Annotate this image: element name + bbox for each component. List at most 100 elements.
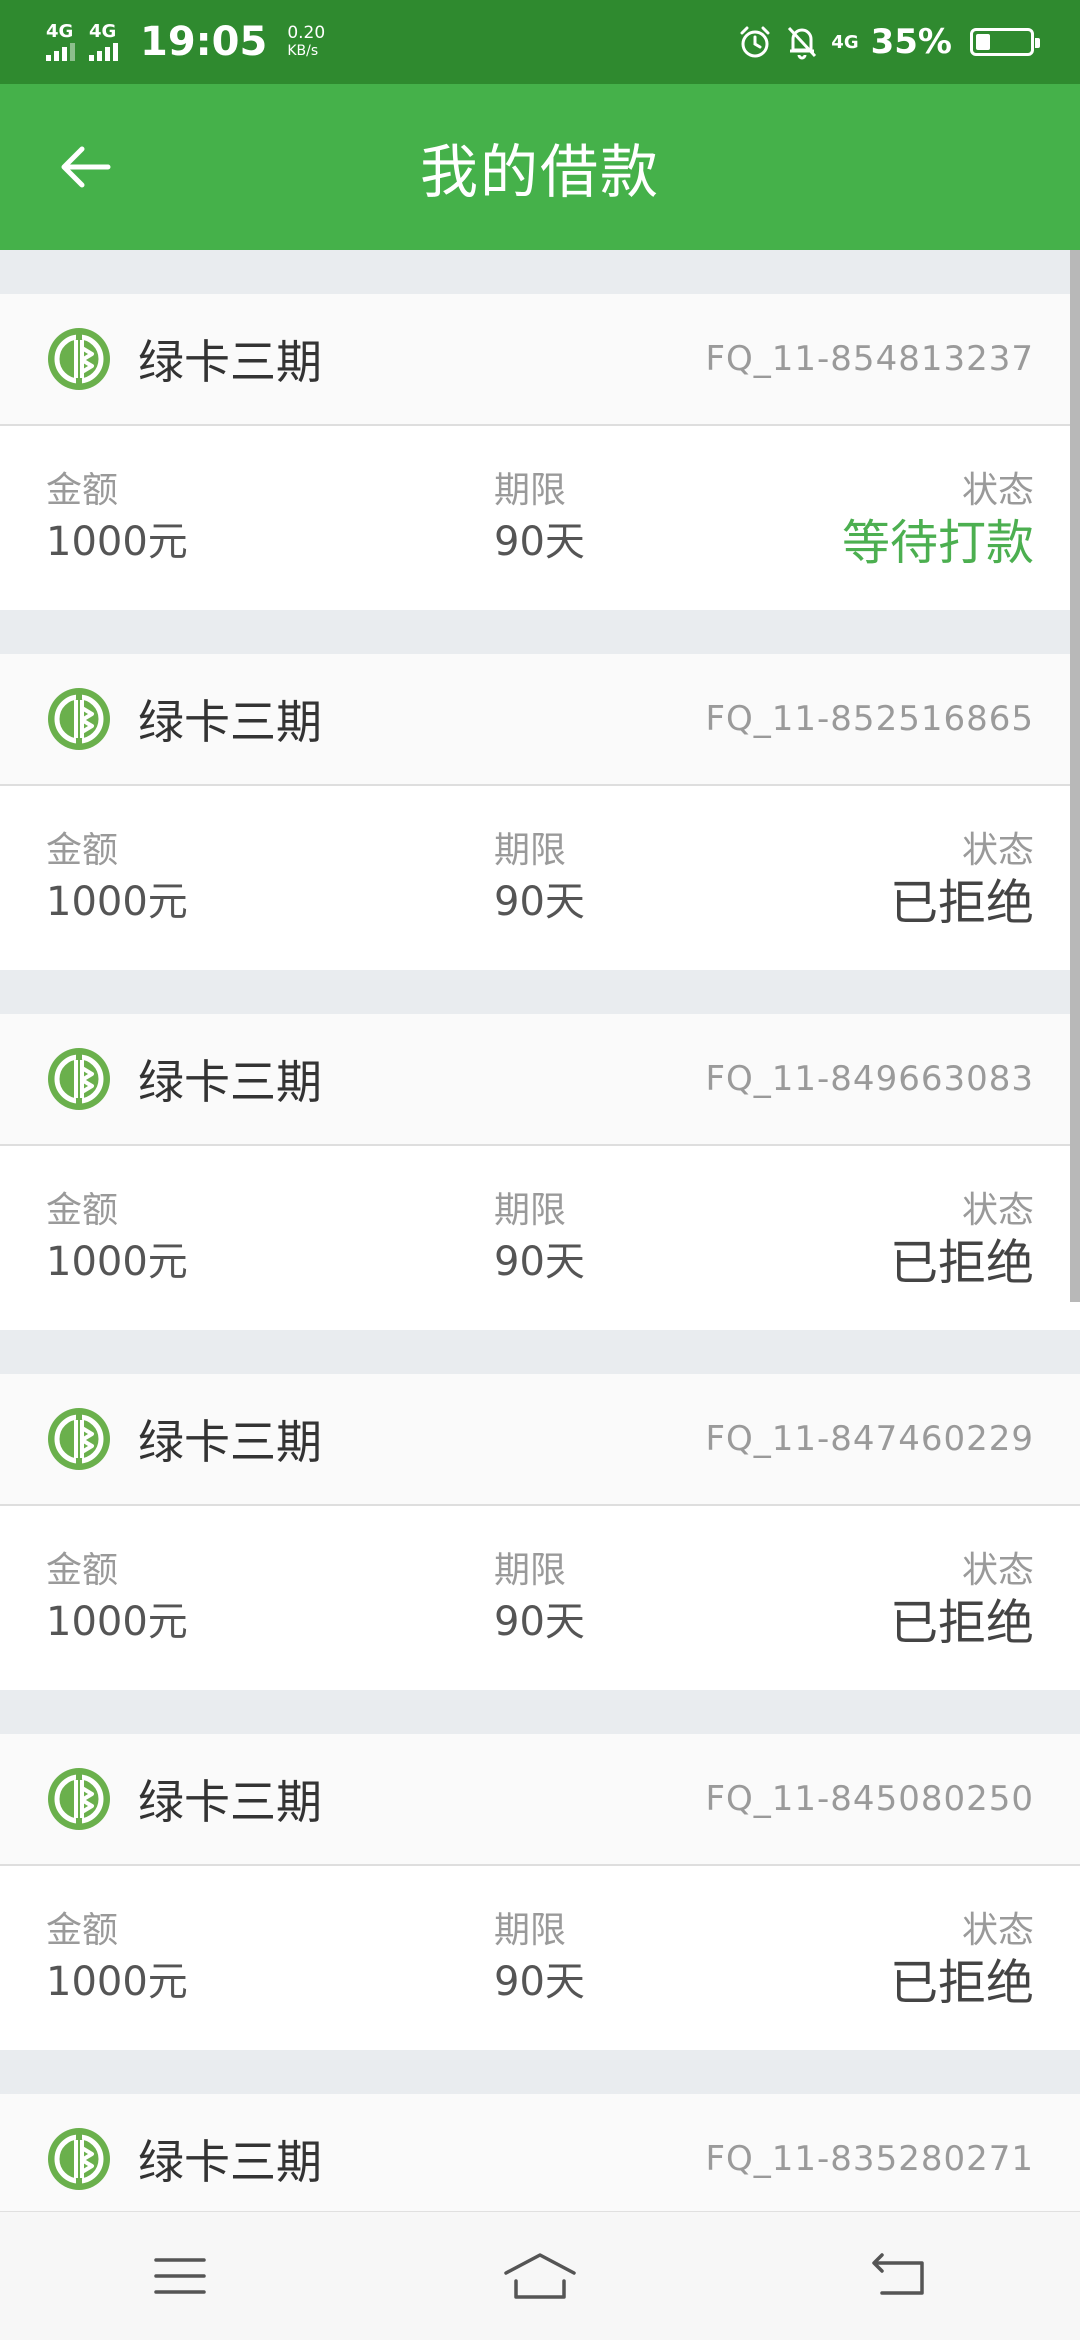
status-column: 状态 已拒绝	[890, 828, 1034, 932]
menu-icon	[154, 2258, 206, 2294]
scrollbar[interactable]	[1070, 250, 1080, 1302]
green-card-logo-icon	[48, 2128, 110, 2190]
term-label: 期限	[494, 1910, 567, 1951]
term-column: 期限 90天	[494, 1188, 585, 1290]
status-value: 已拒绝	[889, 875, 1034, 931]
nav-home-button[interactable]	[490, 2236, 590, 2316]
order-id: FQ_11-845080250	[705, 1779, 1034, 1819]
term-value: 90天	[494, 1239, 585, 1285]
loan-card[interactable]: 绿卡三期 FQ_11-854813237 金额 1000元 期限 90天 状态 …	[0, 294, 1080, 610]
system-navigation-bar	[0, 2211, 1080, 2340]
amount-value: 1000元	[46, 1959, 188, 2005]
status-bar-right: 4G 35%	[737, 22, 1040, 62]
loan-card-body: 金额 1000元 期限 90天 状态 已拒绝	[0, 1146, 1080, 1330]
loan-card[interactable]: 绿卡三期 FQ_11-845080250 金额 1000元 期限 90天 状态 …	[0, 1734, 1080, 2050]
product-name: 绿卡三期	[138, 2135, 322, 2189]
loan-card-header: 绿卡三期 FQ_11-847460229	[0, 1374, 1080, 1506]
status-bar-left: 4G 4G 19:05 0.20 KB/s	[46, 19, 325, 65]
status-value: 已拒绝	[889, 1595, 1034, 1651]
loan-card[interactable]: 绿卡三期 FQ_11-852516865 金额 1000元 期限 90天 状态 …	[0, 654, 1080, 970]
amount-label: 金额	[46, 470, 119, 511]
loan-card-body: 金额 1000元 期限 90天 状态 已拒绝	[0, 786, 1080, 970]
loan-list[interactable]: 绿卡三期 FQ_11-854813237 金额 1000元 期限 90天 状态 …	[0, 250, 1080, 2212]
term-value: 90天	[494, 1599, 585, 1645]
amount-column: 金额 1000元	[46, 1188, 188, 1290]
signal-bars-icon	[46, 43, 75, 61]
term-column: 期限 90天	[494, 468, 585, 570]
term-label: 期限	[494, 470, 567, 511]
green-card-logo-icon	[48, 328, 110, 390]
loan-card-header: 绿卡三期 FQ_11-845080250	[0, 1734, 1080, 1866]
signal-bars-icon	[89, 43, 118, 61]
status-label: 状态	[961, 1190, 1034, 1231]
amount-label: 金额	[46, 1910, 119, 1951]
status-value: 等待打款	[841, 515, 1034, 571]
signal-1: 4G	[46, 23, 75, 61]
amount-value: 1000元	[46, 1599, 188, 1645]
green-card-logo-icon	[48, 688, 110, 750]
product-name: 绿卡三期	[138, 1415, 322, 1469]
amount-value: 1000元	[46, 1239, 188, 1285]
amount-label: 金额	[46, 830, 119, 871]
green-card-logo-icon	[48, 1768, 110, 1830]
battery-icon	[970, 28, 1040, 56]
clock: 19:05	[140, 19, 268, 65]
product-name: 绿卡三期	[138, 1775, 322, 1829]
amount-column: 金额 1000元	[46, 1908, 188, 2010]
status-label: 状态	[961, 830, 1034, 871]
network-type-2: 4G	[89, 21, 117, 42]
product-name: 绿卡三期	[138, 1055, 322, 1109]
mute-bell-icon	[788, 26, 817, 60]
term-column: 期限 90天	[494, 1908, 585, 2010]
amount-column: 金额 1000元	[46, 828, 188, 930]
status-label: 状态	[961, 1550, 1034, 1591]
order-id: FQ_11-847460229	[705, 1419, 1034, 1459]
amount-label: 金额	[46, 1190, 119, 1231]
green-card-logo-icon	[48, 1048, 110, 1110]
nav-menu-button[interactable]	[130, 2236, 230, 2316]
status-label: 状态	[961, 1910, 1034, 1951]
status-bar: 4G 4G 19:05 0.20 KB/s 4G 35%	[0, 0, 1080, 84]
order-id: FQ_11-835280271	[705, 2139, 1034, 2179]
loan-card[interactable]: 绿卡三期 FQ_11-835280271 金额 1000元 期限 90天 状态 …	[0, 2094, 1080, 2212]
signal-2: 4G	[89, 23, 118, 61]
speed-value: 0.20	[287, 23, 326, 43]
status-column: 状态 已拒绝	[890, 1908, 1034, 2012]
back-button[interactable]	[52, 135, 116, 199]
network-type-3: 4G	[831, 31, 859, 53]
app-header: 我的借款	[0, 84, 1080, 250]
home-icon	[504, 2253, 576, 2299]
amount-column: 金额 1000元	[46, 468, 188, 570]
arrow-left-icon	[61, 146, 111, 188]
loan-card-body: 金额 1000元 期限 90天 状态 等待打款	[0, 426, 1080, 610]
green-card-logo-icon	[48, 1408, 110, 1470]
product-name: 绿卡三期	[138, 695, 322, 749]
order-id: FQ_11-852516865	[705, 699, 1034, 739]
term-value: 90天	[494, 879, 585, 925]
loan-card-header: 绿卡三期 FQ_11-852516865	[0, 654, 1080, 786]
order-id: FQ_11-854813237	[705, 339, 1034, 379]
loan-card[interactable]: 绿卡三期 FQ_11-847460229 金额 1000元 期限 90天 状态 …	[0, 1374, 1080, 1690]
loan-card[interactable]: 绿卡三期 FQ_11-849663083 金额 1000元 期限 90天 状态 …	[0, 1014, 1080, 1330]
status-column: 状态 已拒绝	[890, 1548, 1034, 1652]
loan-card-body: 金额 1000元 期限 90天 状态 已拒绝	[0, 1506, 1080, 1690]
alarm-icon	[740, 26, 770, 58]
speed-unit: KB/s	[287, 43, 319, 59]
loan-card-body: 金额 1000元 期限 90天 状态 已拒绝	[0, 1866, 1080, 2050]
status-value: 已拒绝	[889, 1955, 1034, 2011]
network-speed: 0.20 KB/s	[287, 24, 325, 60]
amount-column: 金额 1000元	[46, 1548, 188, 1650]
order-id: FQ_11-849663083	[705, 1059, 1034, 1099]
return-icon	[872, 2253, 924, 2295]
term-label: 期限	[494, 830, 567, 871]
loan-card-header: 绿卡三期 FQ_11-854813237	[0, 294, 1080, 426]
page-title: 我的借款	[419, 138, 660, 206]
network-type-1: 4G	[46, 21, 74, 42]
term-column: 期限 90天	[494, 828, 585, 930]
loan-card-header: 绿卡三期 FQ_11-835280271	[0, 2094, 1080, 2212]
loan-card-header: 绿卡三期 FQ_11-849663083	[0, 1014, 1080, 1146]
product-name: 绿卡三期	[138, 335, 322, 389]
term-value: 90天	[494, 519, 585, 565]
term-label: 期限	[494, 1550, 567, 1591]
nav-back-button[interactable]	[850, 2236, 950, 2316]
